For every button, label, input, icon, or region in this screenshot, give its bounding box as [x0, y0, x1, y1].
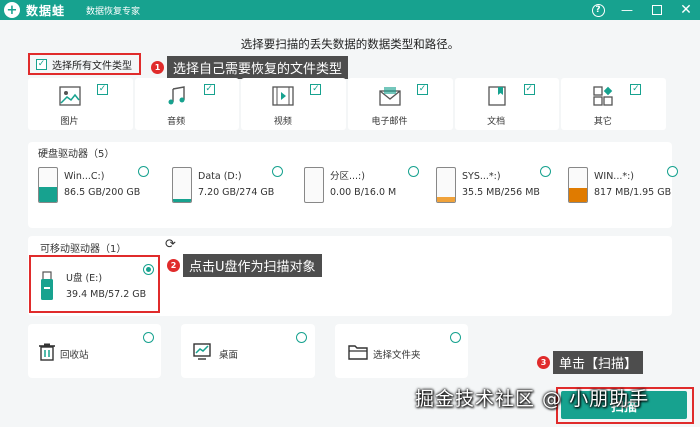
app-name: 数据蛙: [26, 4, 66, 18]
other-icon: [591, 84, 615, 108]
callout-1-number: 1: [151, 61, 164, 74]
drive-name: 分区...:): [330, 171, 365, 182]
image-icon: [58, 84, 82, 108]
checkbox-icon[interactable]: ✓: [310, 84, 322, 95]
callout-2-number: 2: [167, 259, 180, 272]
file-type-document[interactable]: ✓ 文档: [454, 78, 560, 130]
file-type-label: 其它: [593, 117, 612, 127]
help-icon: ?: [591, 3, 605, 17]
drive-name: SYS...*:): [462, 171, 501, 182]
drive-usage-fill: [173, 199, 191, 202]
checkbox-icon[interactable]: ✓: [417, 84, 429, 95]
callout-2: 点击U盘作为扫描对象: [183, 254, 322, 277]
folder-icon: [348, 345, 368, 360]
highlight-select-all: [28, 53, 141, 75]
checkbox-icon[interactable]: ✓: [203, 84, 215, 95]
email-icon: [378, 84, 402, 108]
watermark-text: 掘金技术社区 @ 小朋助手: [415, 388, 650, 410]
file-type-label: 音频: [167, 117, 186, 127]
drive-icon: [172, 167, 192, 203]
file-type-label: 视频: [273, 117, 292, 127]
help-button[interactable]: ?: [589, 1, 607, 19]
recycle-bin-icon: [39, 343, 55, 361]
drive-size: 0.00 B/16.0 M: [330, 187, 397, 198]
drive-usage-fill: [569, 187, 587, 202]
drive-radio[interactable]: [272, 166, 283, 177]
drive-size: 86.5 GB/200 GB: [64, 187, 141, 198]
drive-radio[interactable]: [138, 166, 149, 177]
drive-item[interactable]: 分区...:) 0.00 B/16.0 M: [304, 167, 396, 203]
location-desktop[interactable]: 桌面: [181, 324, 315, 378]
drive-icon: [436, 167, 456, 203]
drive-item[interactable]: Data (D:) 7.20 GB/274 GB: [172, 167, 274, 203]
file-type-label: 文档: [487, 117, 506, 127]
location-label: 桌面: [219, 350, 239, 361]
drive-icon: [568, 167, 588, 203]
file-type-list: ✓ 图片 ✓ 音频 ✓ 视频 ✓ 电子邮件 ✓ 文档 ✓ 其它: [28, 78, 667, 130]
location-radio[interactable]: [450, 332, 461, 343]
location-label: 回收站: [60, 350, 89, 361]
section-title: 可移动驱动器（1）: [40, 244, 127, 255]
location-label: 选择文件夹: [373, 350, 421, 361]
drive-radio[interactable]: [408, 166, 419, 177]
maximize-button[interactable]: [648, 1, 666, 19]
drive-size: 817 MB/1.95 GB: [594, 187, 672, 198]
app-subtitle: 数据恢复专家: [86, 7, 141, 17]
drive-radio[interactable]: [667, 166, 678, 177]
file-type-audio[interactable]: ✓ 音频: [134, 78, 240, 130]
app-logo-icon: +: [4, 2, 20, 18]
file-type-image[interactable]: ✓ 图片: [28, 78, 133, 130]
hard-drive-section: 硬盘驱动器（5） Win...C:) 86.5 GB/200 GB Data (D…: [28, 142, 678, 228]
drive-item[interactable]: SYS...*:) 35.5 MB/256 MB: [436, 167, 540, 203]
document-icon: [485, 84, 509, 108]
highlight-usb-drive: [29, 255, 160, 313]
drive-size: 7.20 GB/274 GB: [198, 187, 275, 198]
section-title: 硬盘驱动器（5）: [38, 149, 115, 160]
minimize-button[interactable]: —: [618, 1, 636, 19]
drive-usage-fill: [39, 187, 57, 202]
checkbox-icon[interactable]: ✓: [630, 84, 642, 95]
instruction-text: 选择要扫描的丢失数据的数据类型和路径。: [240, 37, 460, 51]
close-button[interactable]: ✕: [677, 1, 695, 19]
desktop-icon: [193, 343, 211, 360]
file-type-email[interactable]: ✓ 电子邮件: [348, 78, 453, 130]
music-icon: [165, 84, 189, 108]
drive-name: Win...C:): [64, 171, 105, 182]
location-radio[interactable]: [143, 332, 154, 343]
drive-name: Data (D:): [198, 171, 242, 182]
file-type-other[interactable]: ✓ 其它: [561, 78, 667, 130]
callout-3-number: 3: [537, 356, 550, 369]
drive-size: 35.5 MB/256 MB: [462, 187, 540, 198]
location-choose-folder[interactable]: 选择文件夹: [335, 324, 468, 378]
drive-item[interactable]: Win...C:) 86.5 GB/200 GB: [38, 167, 140, 203]
drive-item[interactable]: WIN...*:) 817 MB/1.95 GB: [568, 167, 671, 203]
drive-name: WIN...*:): [594, 171, 635, 182]
location-radio[interactable]: [296, 332, 307, 343]
file-type-label: 电子邮件: [371, 117, 408, 127]
callout-3: 单击【扫描】: [553, 351, 644, 374]
drive-radio[interactable]: [540, 166, 551, 177]
checkbox-icon[interactable]: ✓: [523, 84, 535, 95]
location-recycle-bin[interactable]: 回收站: [28, 324, 161, 378]
maximize-icon: [652, 5, 662, 15]
drive-usage-fill: [437, 197, 455, 202]
drive-icon: [304, 167, 324, 203]
checkbox-icon[interactable]: ✓: [97, 84, 108, 95]
refresh-icon[interactable]: ⟳: [165, 238, 179, 252]
title-bar: + 数据蛙 数据恢复专家 ? — ✕: [0, 0, 700, 20]
windows-drive-icon: [38, 167, 58, 203]
file-type-video[interactable]: ✓ 视频: [241, 78, 347, 130]
callout-1: 选择自己需要恢复的文件类型: [167, 56, 349, 79]
video-icon: [271, 84, 295, 108]
file-type-label: 图片: [60, 117, 79, 127]
